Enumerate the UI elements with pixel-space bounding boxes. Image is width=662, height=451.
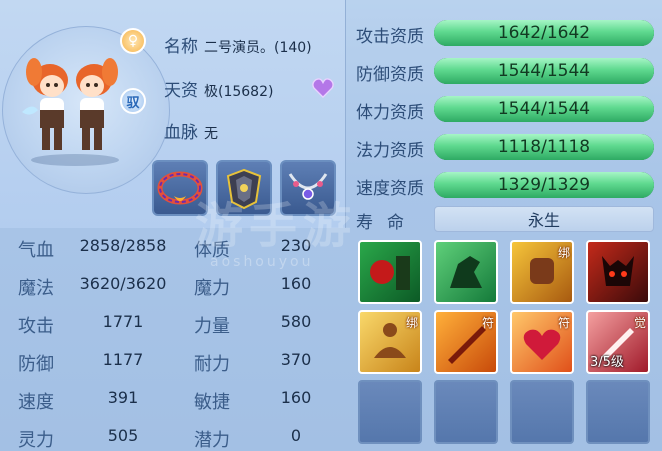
tame-badge-icon[interactable]: 驭 bbox=[120, 88, 146, 114]
skill-tag: 符 bbox=[557, 316, 570, 330]
pet-name-value: 二号演员。(140) bbox=[204, 40, 312, 56]
skill-slot[interactable] bbox=[586, 240, 650, 304]
aptitude-value: 1329/1329 bbox=[497, 175, 591, 195]
pet-name-label: 名称 bbox=[164, 37, 198, 57]
skill-slot[interactable] bbox=[434, 240, 498, 304]
demon-skill-icon bbox=[602, 256, 634, 286]
attribute-label: 魔力 bbox=[194, 278, 230, 299]
aptitude-value: 1544/1544 bbox=[497, 99, 591, 119]
aptitude-row: 防御资质 1544/1544 bbox=[356, 56, 656, 86]
skill-slot[interactable]: 绑 bbox=[358, 310, 422, 374]
aptitude-label: 体力资质 bbox=[356, 103, 424, 123]
attribute-value: 160 bbox=[280, 274, 312, 293]
horse-skill-icon bbox=[450, 256, 482, 288]
pet-bloodline-row: 血脉无 bbox=[164, 118, 218, 143]
empty-skill-slot[interactable] bbox=[434, 380, 498, 444]
pet-talent-row: 天资 极(15682) bbox=[164, 76, 273, 101]
pet-bloodline-label: 血脉 bbox=[164, 123, 198, 143]
attribute-value: 370 bbox=[280, 350, 312, 369]
aptitude-bar: 1118/1118 bbox=[434, 134, 654, 160]
attribute-value: 0 bbox=[290, 426, 302, 445]
aptitude-label: 防御资质 bbox=[356, 65, 424, 85]
empty-skill-slot[interactable] bbox=[358, 380, 422, 444]
stat-value: 1177 bbox=[102, 350, 144, 369]
stat-label: 气血 bbox=[18, 240, 54, 261]
empty-skill-slot[interactable] bbox=[586, 380, 650, 444]
blood-drop-skill-icon bbox=[370, 256, 410, 290]
aptitude-row: 攻击资质 1642/1642 bbox=[356, 18, 656, 48]
stat-label: 魔法 bbox=[18, 278, 54, 299]
aptitude-row: 法力资质 1118/1118 bbox=[356, 132, 656, 162]
favorite-heart-icon[interactable] bbox=[312, 78, 334, 98]
skill-level: 3/5级 bbox=[590, 355, 624, 370]
attribute-label: 力量 bbox=[194, 316, 230, 337]
aptitude-label: 法力资质 bbox=[356, 141, 424, 161]
lifespan-value: 永生 bbox=[434, 206, 654, 232]
pet-portrait[interactable] bbox=[20, 52, 130, 172]
aptitude-value: 1118/1118 bbox=[497, 137, 591, 157]
skill-slot[interactable] bbox=[358, 240, 422, 304]
skill-slot[interactable]: 觉 3/5级 bbox=[586, 310, 650, 374]
watermark-subtext: aoshouyou bbox=[210, 254, 314, 270]
stat-row: 速度 391 敏捷 160 bbox=[0, 382, 346, 420]
skill-tag: 符 bbox=[481, 316, 494, 330]
watermark-text: 游手游 bbox=[195, 198, 358, 254]
attribute-label: 耐力 bbox=[194, 354, 230, 375]
aptitude-bar: 1642/1642 bbox=[434, 20, 654, 46]
stat-label: 防御 bbox=[18, 354, 54, 375]
attribute-label: 潜力 bbox=[194, 430, 230, 451]
skill-tag: 觉 bbox=[633, 316, 646, 330]
stat-value: 2858/2858 bbox=[79, 236, 167, 255]
pet-name-row: 名称 二号演员。(140) bbox=[164, 32, 312, 57]
stat-value: 505 bbox=[107, 426, 139, 445]
skill-slot[interactable]: 符 bbox=[434, 310, 498, 374]
stat-row: 灵力 505 潜力 0 bbox=[0, 420, 346, 451]
stat-label: 速度 bbox=[18, 392, 54, 413]
aptitude-bar: 1544/1544 bbox=[434, 58, 654, 84]
empty-skill-slot[interactable] bbox=[510, 380, 574, 444]
lifespan-label: 寿命 bbox=[356, 213, 418, 233]
pet-talent-label: 天资 bbox=[164, 81, 198, 101]
stat-row: 攻击 1771 力量 580 bbox=[0, 306, 346, 344]
skill-slot[interactable]: 绑 bbox=[510, 240, 574, 304]
aptitude-label: 速度资质 bbox=[356, 179, 424, 199]
stat-label: 攻击 bbox=[18, 316, 54, 337]
aptitude-value: 1544/1544 bbox=[497, 61, 591, 81]
aptitude-bar: 1544/1544 bbox=[434, 96, 654, 122]
pet-talent-value: 极(15682) bbox=[204, 84, 274, 100]
pet-bloodline-value: 无 bbox=[204, 126, 218, 142]
stat-row: 防御 1177 耐力 370 bbox=[0, 344, 346, 382]
stat-label: 灵力 bbox=[18, 430, 54, 451]
female-gender-icon: ♀ bbox=[120, 28, 146, 54]
aptitude-row: 速度资质 1329/1329 bbox=[356, 170, 656, 200]
skill-tag: 绑 bbox=[557, 246, 570, 260]
aptitude-bar: 1329/1329 bbox=[434, 172, 654, 198]
attribute-value: 580 bbox=[280, 312, 312, 331]
aptitude-row: 体力资质 1544/1544 bbox=[356, 94, 656, 124]
attribute-label: 敏捷 bbox=[194, 392, 230, 413]
pet-detail-panel: ♀ 驭 名称 二号演员。(140) 天资 极(15682) 血脉无 气血 285… bbox=[0, 0, 662, 451]
stat-value: 3620/3620 bbox=[79, 274, 167, 293]
aptitude-value: 1642/1642 bbox=[497, 23, 591, 43]
skill-tag: 绑 bbox=[405, 316, 418, 330]
skill-slot[interactable]: 符 bbox=[510, 310, 574, 374]
stat-row: 魔法 3620/3620 魔力 160 bbox=[0, 268, 346, 306]
stat-value: 1771 bbox=[102, 312, 144, 331]
stat-value: 391 bbox=[107, 388, 139, 407]
aptitude-label: 攻击资质 bbox=[356, 27, 424, 47]
lifespan-row: 寿命 永生 bbox=[356, 204, 656, 234]
attribute-value: 160 bbox=[280, 388, 312, 407]
